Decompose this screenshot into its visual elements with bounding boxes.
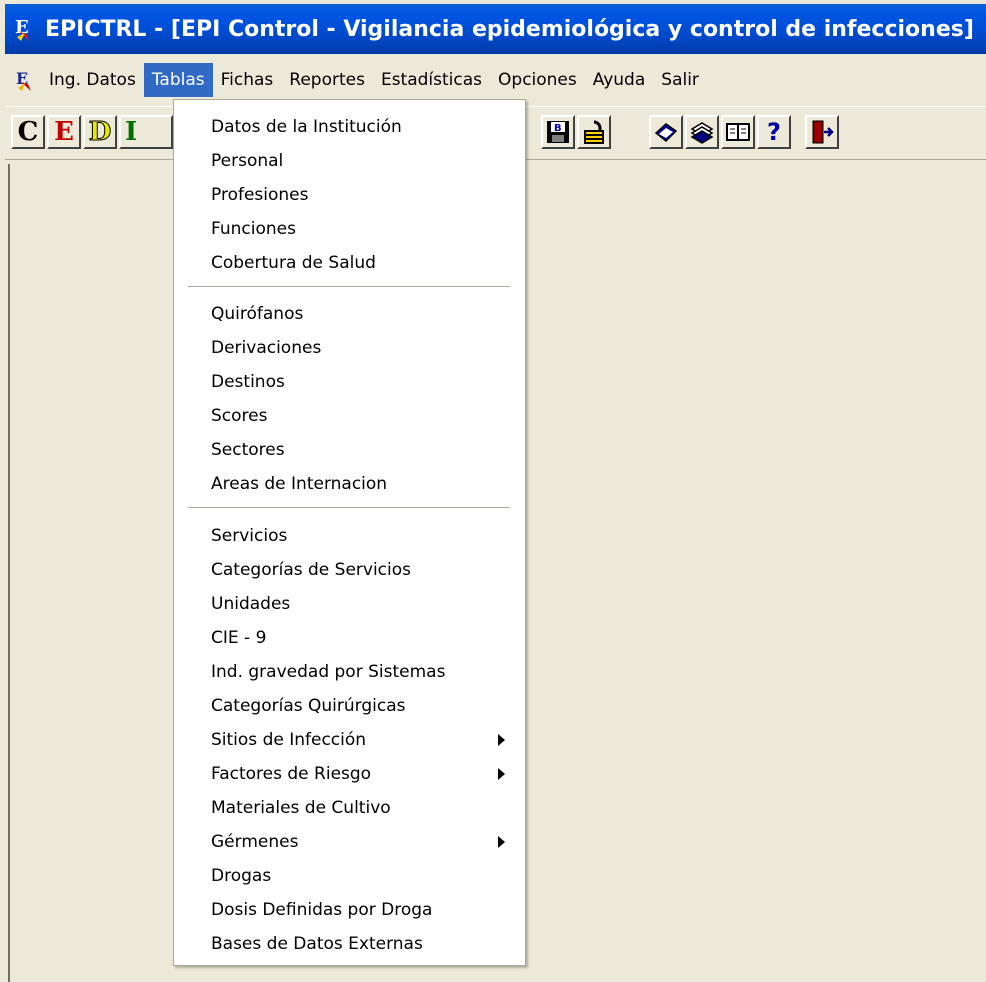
menu-item-germenes[interactable]: Gérmenes <box>174 827 525 857</box>
menu-item-bases-datos-externas[interactable]: Bases de Datos Externas <box>174 929 525 959</box>
menu-item-servicios[interactable]: Servicios <box>174 521 525 551</box>
title-bar[interactable]: E EPICTRL - [EPI Control - Vigilancia ep… <box>5 4 986 54</box>
menu-tablas[interactable]: Tablas <box>143 63 213 97</box>
menu-item-datos-institucion[interactable]: Datos de la Institución <box>174 112 525 142</box>
menu-reportes[interactable]: Reportes <box>281 63 373 97</box>
open-book-icon[interactable] <box>721 115 755 149</box>
menu-item-destinos[interactable]: Destinos <box>174 367 525 397</box>
menu-item-derivaciones[interactable]: Derivaciones <box>174 333 525 363</box>
menu-opciones[interactable]: Opciones <box>490 63 585 97</box>
toolbar-c-button[interactable]: C <box>11 115 45 149</box>
menu-ing-datos[interactable]: Ing. Datos <box>41 63 144 97</box>
menu-item-categorias-quirurgicas[interactable]: Categorías Quirúrgicas <box>174 691 525 721</box>
menu-ayuda[interactable]: Ayuda <box>585 63 654 97</box>
menu-item-ind-gravedad[interactable]: Ind. gravedad por Sistemas <box>174 657 525 687</box>
window-title: EPICTRL - [EPI Control - Vigilancia epid… <box>45 16 974 42</box>
menu-item-areas-internacion[interactable]: Areas de Internacion <box>174 469 525 499</box>
menu-item-funciones[interactable]: Funciones <box>174 214 525 244</box>
menu-separator <box>188 507 510 509</box>
menu-item-unidades[interactable]: Unidades <box>174 589 525 619</box>
menu-item-materiales-cultivo[interactable]: Materiales de Cultivo <box>174 793 525 823</box>
menu-item-sectores[interactable]: Sectores <box>174 435 525 465</box>
menu-bar: E Ing. Datos Tablas Fichas Reportes Esta… <box>5 62 986 98</box>
toolbar-d-button[interactable]: D <box>83 115 117 149</box>
menu-item-label: Gérmenes <box>211 832 299 852</box>
document-icon[interactable]: E <box>15 68 37 92</box>
toolbar-i-button[interactable]: I <box>119 115 173 149</box>
help-button[interactable]: ? <box>757 115 791 149</box>
tablas-dropdown-menu: Datos de la Institución Personal Profesi… <box>173 99 526 966</box>
menu-separator <box>188 286 510 288</box>
menu-salir[interactable]: Salir <box>653 63 707 97</box>
menu-item-sitios-infeccion[interactable]: Sitios de Infección <box>174 725 525 755</box>
menu-item-drogas[interactable]: Drogas <box>174 861 525 891</box>
menu-item-profesiones[interactable]: Profesiones <box>174 180 525 210</box>
exit-door-icon[interactable] <box>805 115 839 149</box>
app-window: E EPICTRL - [EPI Control - Vigilancia ep… <box>0 0 986 982</box>
menu-item-label: Sitios de Infección <box>211 730 367 750</box>
menu-item-factores-riesgo[interactable]: Factores de Riesgo <box>174 759 525 789</box>
app-icon: E <box>13 15 37 43</box>
menu-item-categorias-servicios[interactable]: Categorías de Servicios <box>174 555 525 585</box>
menu-item-personal[interactable]: Personal <box>174 146 525 176</box>
submenu-arrow-icon <box>498 768 505 780</box>
menu-fichas[interactable]: Fichas <box>213 63 282 97</box>
save-disk-icon[interactable]: B <box>541 115 575 149</box>
menu-item-quirofanos[interactable]: Quirófanos <box>174 299 525 329</box>
menu-item-scores[interactable]: Scores <box>174 401 525 431</box>
toolbar-e-button[interactable]: E <box>47 115 81 149</box>
menu-item-label: Factores de Riesgo <box>211 764 372 784</box>
menu-item-dosis-definidas[interactable]: Dosis Definidas por Droga <box>174 895 525 925</box>
menu-estadisticas[interactable]: Estadísticas <box>373 63 490 97</box>
menu-item-cie-9[interactable]: CIE - 9 <box>174 623 525 653</box>
menu-item-cobertura-salud[interactable]: Cobertura de Salud <box>174 248 525 278</box>
book-icon[interactable] <box>649 115 683 149</box>
submenu-arrow-icon <box>498 836 505 848</box>
books-icon[interactable] <box>685 115 719 149</box>
unlock-icon[interactable] <box>577 115 611 149</box>
submenu-arrow-icon <box>498 734 505 746</box>
svg-text:B: B <box>554 123 562 134</box>
